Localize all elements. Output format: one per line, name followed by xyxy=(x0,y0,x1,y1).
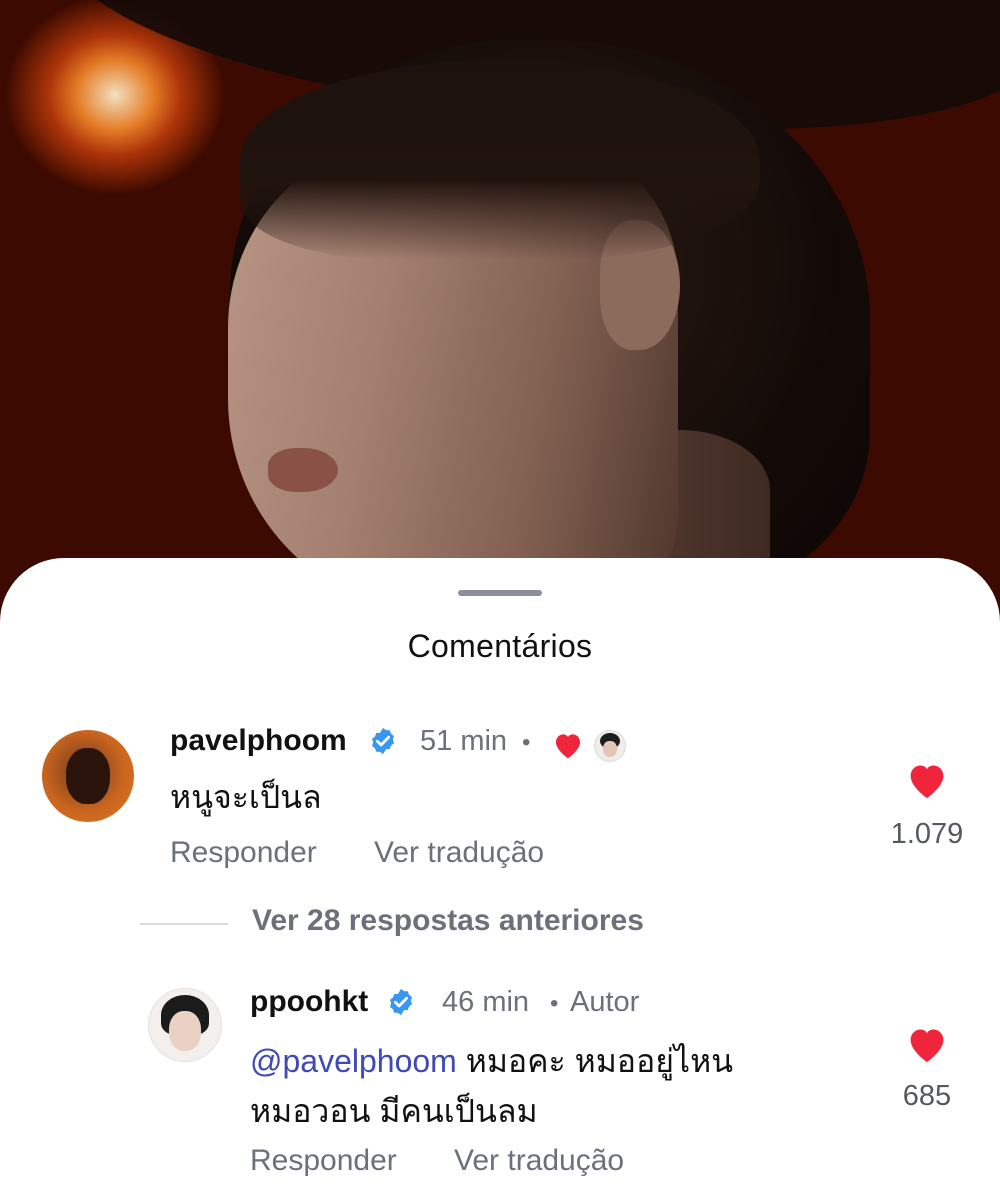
reply-button[interactable]: Responder xyxy=(170,836,317,870)
reply-text-line2: หมอวอน มีคนเป็นลม xyxy=(250,1093,538,1129)
reply-text: @pavelphoom หมอคะ หมออยู่ไหน หมอวอน มีคน… xyxy=(250,1036,870,1136)
avatar[interactable] xyxy=(42,730,134,822)
replies-divider xyxy=(140,923,228,925)
translate-button[interactable]: Ver tradução xyxy=(374,836,544,870)
separator-dot: • xyxy=(522,729,531,756)
comment-username[interactable]: pavelphoom xyxy=(170,724,347,758)
sheet-title: Comentários xyxy=(407,628,593,664)
reply-time: 46 min xyxy=(442,986,530,1018)
like-count: 1.079 xyxy=(890,818,964,850)
separator-dot: • xyxy=(550,990,559,1017)
lips-shape xyxy=(268,448,338,492)
author-badge: Autor xyxy=(570,986,640,1018)
verified-badge-icon xyxy=(390,988,412,1016)
view-replies-button[interactable]: Ver 28 respostas anteriores xyxy=(252,904,644,938)
comments-sheet: Comentários pavelphoom 51 min • หนูจะเป็… xyxy=(0,558,1000,1200)
verified-badge-icon xyxy=(372,727,394,755)
heart-icon[interactable] xyxy=(905,1024,949,1064)
post-photo xyxy=(0,0,1000,620)
reply-text-line1: หมอคะ หมออยู่ไหน xyxy=(465,1043,734,1079)
comment-text: หนูจะเป็นล xyxy=(170,779,322,815)
mention-link[interactable]: @pavelphoom xyxy=(250,1043,457,1079)
reply-username[interactable]: ppoohkt xyxy=(250,985,368,1019)
like-count: 685 xyxy=(902,1080,952,1112)
reply-button[interactable]: Responder xyxy=(250,1144,397,1178)
heart-icon[interactable] xyxy=(905,760,949,800)
avatar[interactable] xyxy=(148,988,222,1062)
drag-handle[interactable] xyxy=(458,590,542,596)
author-liked-heart-icon xyxy=(556,734,580,759)
translate-button[interactable]: Ver tradução xyxy=(454,1144,624,1178)
comment-time: 51 min xyxy=(420,725,508,757)
hair-fringe xyxy=(240,60,760,260)
author-liked-avatar xyxy=(594,730,626,762)
